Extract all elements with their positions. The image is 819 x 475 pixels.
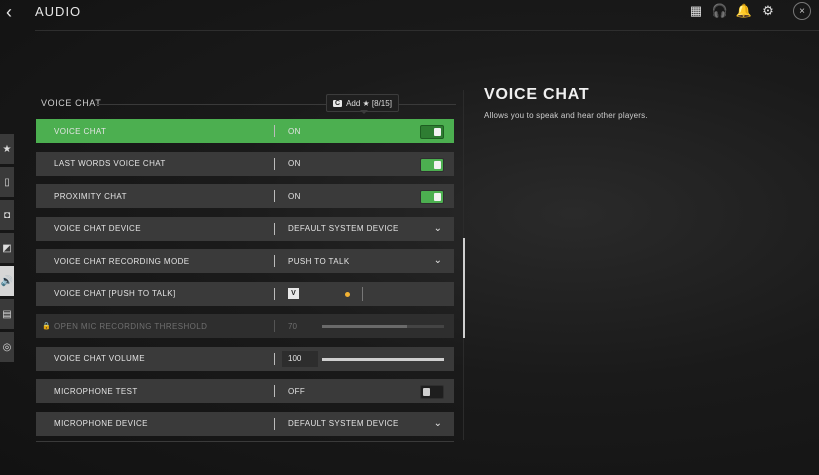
row-divider: [274, 157, 275, 170]
side-tab-mouse[interactable]: ▯: [0, 167, 14, 197]
side-tab-interface[interactable]: ▤: [0, 299, 14, 329]
setting-value: DEFAULT SYSTEM DEVICE: [288, 224, 399, 233]
badge-key: C: [333, 99, 343, 107]
speaker-icon: 🔊: [0, 275, 14, 287]
display-icon: ◩: [2, 242, 12, 254]
setting-value: ON: [288, 159, 301, 168]
scrollbar[interactable]: [463, 238, 465, 338]
setting-label: VOICE CHAT VOLUME: [54, 354, 145, 363]
side-tabs: ★ ▯ ◘ ◩ 🔊 ▤ ◎: [0, 134, 14, 365]
row-divider: [274, 125, 275, 137]
star-icon: ★: [2, 143, 12, 155]
chevron-left-icon: ‹: [6, 2, 12, 22]
slider-value[interactable]: 100: [282, 350, 318, 367]
chevron-down-icon[interactable]: ⌄: [434, 223, 442, 234]
row-divider: [274, 385, 275, 397]
row-divider: [274, 255, 275, 267]
side-tab-controller[interactable]: ◘: [0, 200, 14, 230]
slider-fill: [322, 357, 444, 361]
back-button[interactable]: ‹: [6, 2, 12, 23]
side-tab-speaker[interactable]: 🔊: [0, 266, 14, 296]
close-icon[interactable]: ×: [793, 2, 811, 20]
row-divider: [274, 222, 275, 235]
setting-row[interactable]: VOICE CHAT VOLUME 100: [36, 346, 454, 371]
setting-row[interactable]: VOICE CHAT [PUSH TO TALK] V: [36, 281, 454, 306]
row-divider: [274, 320, 275, 332]
setting-row: 🔒 OPEN MIC RECORDING THRESHOLD 70: [36, 314, 454, 338]
setting-row[interactable]: PROXIMITY CHAT ON: [36, 184, 454, 208]
setting-value: ON: [288, 191, 301, 201]
keybind-indicator-dot: [345, 291, 350, 297]
list-bottom-divider: [36, 441, 454, 442]
setting-value: DEFAULT SYSTEM DEVICE: [288, 419, 399, 428]
toggle-switch[interactable]: [420, 125, 444, 139]
setting-label: LAST WORDS VOICE CHAT: [54, 159, 166, 168]
setting-label: VOICE CHAT: [54, 126, 107, 136]
slider-fill: [322, 325, 408, 328]
setting-row[interactable]: MICROPHONE DEVICE DEFAULT SYSTEM DEVICE ⌄: [36, 411, 454, 436]
setting-row[interactable]: MICROPHONE TEST OFF: [36, 379, 454, 403]
setting-value: OFF: [288, 386, 306, 396]
lock-icon: 🔒: [42, 323, 51, 330]
header-divider: [35, 30, 819, 31]
row-divider: [274, 287, 275, 300]
grid-icon[interactable]: ▦: [687, 2, 705, 20]
side-tab-star[interactable]: ★: [0, 134, 14, 164]
setting-row[interactable]: VOICE CHAT ON: [36, 119, 454, 143]
setting-value: ON: [288, 126, 301, 136]
setting-label: MICROPHONE DEVICE: [54, 419, 148, 428]
top-icons: ▦ 🎧 🔔 ⚙ ×: [687, 2, 811, 20]
setting-row[interactable]: VOICE CHAT DEVICE DEFAULT SYSTEM DEVICE ⌄: [36, 216, 454, 241]
setting-row[interactable]: VOICE CHAT RECORDING MODE PUSH TO TALK ⌄: [36, 249, 454, 273]
setting-label: OPEN MIC RECORDING THRESHOLD: [54, 321, 208, 331]
row-divider: [274, 352, 275, 365]
bell-icon[interactable]: 🔔: [735, 2, 753, 20]
top-bar: ‹ AUDIO ▦ 🎧 🔔 ⚙ ×: [0, 0, 819, 28]
row-divider: [274, 190, 275, 202]
chevron-down-icon[interactable]: ⌄: [434, 418, 442, 429]
gear-icon[interactable]: ⚙: [759, 2, 777, 20]
setting-label: VOICE CHAT RECORDING MODE: [54, 256, 190, 266]
toggle-switch[interactable]: [420, 385, 444, 399]
chevron-down-icon[interactable]: ⌄: [434, 255, 442, 266]
page-title: AUDIO: [35, 4, 82, 19]
setting-label: PROXIMITY CHAT: [54, 191, 127, 201]
section-divider: [96, 104, 456, 105]
keybind-key[interactable]: V: [288, 287, 299, 299]
setting-label: VOICE CHAT DEVICE: [54, 224, 141, 233]
side-tab-display[interactable]: ◩: [0, 233, 14, 263]
headset-icon[interactable]: 🎧: [711, 2, 729, 20]
side-tab-network[interactable]: ◎: [0, 332, 14, 362]
badge-pointer: [360, 110, 368, 114]
setting-row[interactable]: LAST WORDS VOICE CHAT ON: [36, 151, 454, 176]
row-divider: [274, 417, 275, 430]
interface-icon: ▤: [2, 308, 12, 320]
keybind-divider: [362, 286, 363, 301]
slider-track: [322, 325, 444, 328]
mouse-icon: ▯: [4, 176, 10, 188]
detail-description: Allows you to speak and hear other playe…: [484, 111, 648, 120]
toggle-switch[interactable]: [420, 190, 444, 204]
slider-track[interactable]: [322, 357, 444, 361]
section-label: VOICE CHAT: [41, 98, 102, 108]
toggle-switch[interactable]: [420, 157, 444, 172]
controller-icon: ◘: [3, 209, 11, 221]
setting-label: MICROPHONE TEST: [54, 386, 138, 396]
slider-value: 70: [288, 321, 297, 331]
network-icon: ◎: [2, 341, 12, 353]
detail-title: VOICE CHAT: [484, 86, 590, 103]
badge-text: Add ★ [8/15]: [346, 98, 392, 108]
setting-label: VOICE CHAT [PUSH TO TALK]: [54, 289, 176, 298]
setting-value: PUSH TO TALK: [288, 256, 350, 266]
